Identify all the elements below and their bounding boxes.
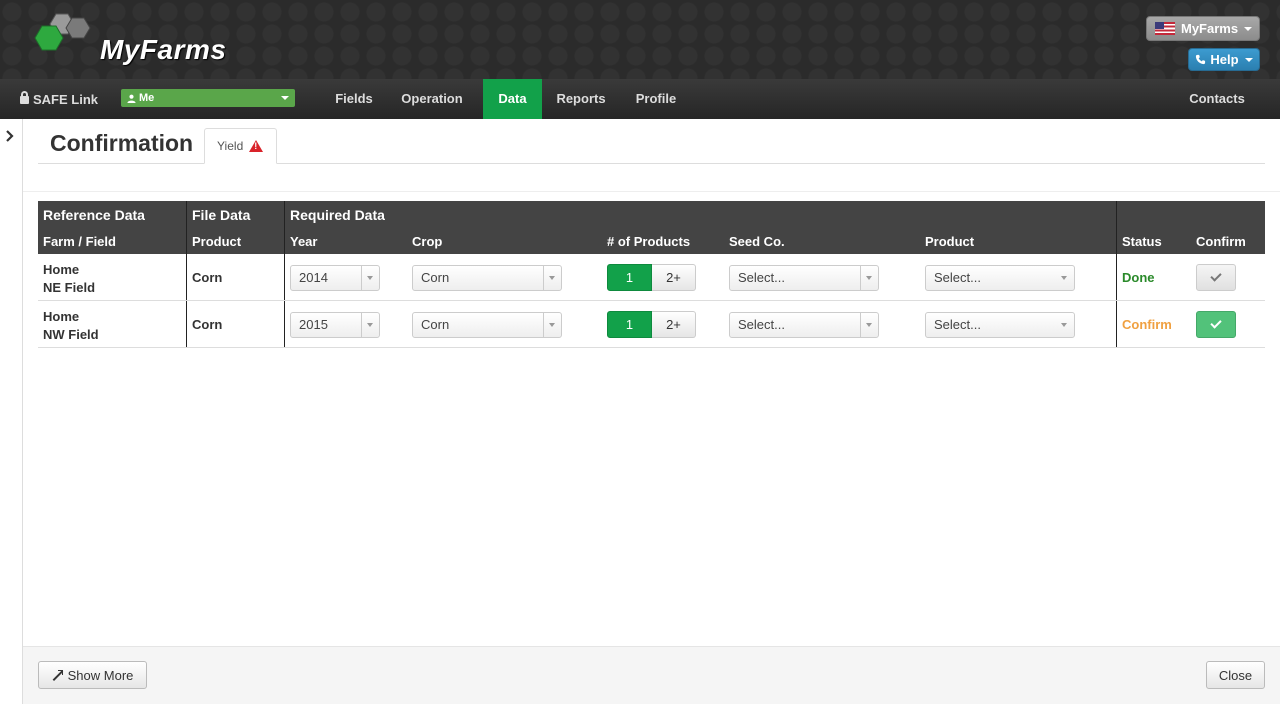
crop-select-value: Corn	[421, 270, 450, 285]
group-file-data: File Data	[192, 207, 251, 223]
product-select[interactable]: Select...	[925, 265, 1075, 291]
nav-fields[interactable]: Fields	[322, 79, 386, 119]
nav-profile[interactable]: Profile	[624, 79, 688, 119]
safe-link[interactable]: SAFE Link	[20, 79, 98, 119]
logo-hexagons-icon	[34, 13, 91, 51]
dropdown-arrow-icon	[543, 266, 561, 290]
year-select-value: 2015	[299, 317, 328, 332]
nav-reports[interactable]: Reports	[548, 79, 614, 119]
nav-data[interactable]: Data	[483, 79, 542, 119]
help-label: Help	[1210, 52, 1239, 67]
farm-name: Home	[43, 262, 80, 277]
col-status: Status	[1122, 234, 1162, 249]
check-icon	[1210, 317, 1222, 329]
expand-icon	[52, 669, 63, 681]
year-select-value: 2014	[299, 270, 328, 285]
app-root: MyFarms MyFarms Help SAFE Link Me Fields…	[0, 0, 1280, 704]
check-icon	[1210, 270, 1222, 282]
dropdown-arrow-icon	[860, 313, 878, 337]
group-required-data: Required Data	[290, 207, 385, 223]
year-select[interactable]: 2014	[290, 265, 380, 291]
seed-co-select-value: Select...	[738, 270, 785, 285]
close-button[interactable]: Close	[1206, 661, 1265, 689]
col-seed-co: Seed Co.	[729, 234, 785, 249]
farm-name: Home	[43, 309, 80, 324]
year-select[interactable]: 2015	[290, 312, 380, 338]
user-select[interactable]: Me	[121, 89, 295, 107]
num-products-one-button[interactable]: 1	[607, 311, 652, 338]
num-products-multi-button[interactable]: 2+	[652, 311, 696, 338]
account-dropdown-button[interactable]: MyFarms	[1146, 16, 1260, 41]
col-confirm: Confirm	[1196, 234, 1246, 249]
num-products-multi-button[interactable]: 2+	[652, 264, 696, 291]
file-product: Corn	[192, 270, 223, 285]
col-crop: Crop	[412, 234, 443, 249]
status-badge: Done	[1122, 270, 1155, 285]
chevron-right-icon[interactable]	[5, 129, 15, 143]
group-reference-data: Reference Data	[43, 207, 145, 223]
seed-co-select[interactable]: Select...	[729, 312, 879, 338]
phone-icon	[1196, 54, 1206, 65]
page-title: Confirmation	[50, 130, 194, 156]
section-divider	[23, 191, 1280, 192]
caret-down-icon	[281, 96, 289, 100]
seed-co-select[interactable]: Select...	[729, 265, 879, 291]
product-select-value: Select...	[934, 270, 981, 285]
seed-co-select-value: Select...	[738, 317, 785, 332]
dropdown-arrow-icon	[1056, 266, 1074, 290]
account-label: MyFarms	[1181, 21, 1239, 36]
field-name: NW Field	[43, 327, 99, 342]
table-row: Home NE Field Corn 2014 Corn 1 2+ Select…	[38, 254, 1265, 301]
dropdown-arrow-icon	[860, 266, 878, 290]
safe-link-label: SAFE Link	[33, 91, 99, 107]
product-select-value: Select...	[934, 317, 981, 332]
nav-operation[interactable]: Operation	[392, 79, 472, 119]
field-name: NE Field	[43, 280, 96, 295]
help-dropdown-button[interactable]: Help	[1188, 48, 1260, 71]
crop-select[interactable]: Corn	[412, 312, 562, 338]
header: MyFarms MyFarms Help	[0, 0, 1280, 79]
show-more-button[interactable]: Show More	[38, 661, 147, 689]
logo-text: MyFarms	[100, 34, 227, 65]
col-year: Year	[290, 234, 318, 249]
product-select[interactable]: Select...	[925, 312, 1075, 338]
user-icon	[127, 94, 136, 103]
tab-yield-label: Yield	[217, 139, 244, 153]
status-badge: Confirm	[1122, 317, 1172, 332]
col-num-products: # of Products	[607, 234, 691, 249]
close-label: Close	[1218, 667, 1253, 683]
col-farm-field: Farm / Field	[43, 234, 116, 249]
show-more-label: Show More	[67, 667, 134, 683]
sidebar-toggle-strip	[0, 119, 23, 704]
nav-contacts[interactable]: Contacts	[1180, 79, 1254, 119]
table-header: Reference Data File Data Required Data F…	[38, 201, 1265, 254]
modal-footer: Show More Close	[23, 646, 1280, 704]
lock-icon	[20, 91, 29, 104]
tab-yield[interactable]: Yield	[204, 128, 277, 164]
dropdown-arrow-icon	[1056, 313, 1074, 337]
dropdown-arrow-icon	[361, 266, 379, 290]
crop-select[interactable]: Corn	[412, 265, 562, 291]
dropdown-arrow-icon	[361, 313, 379, 337]
caret-down-icon	[1244, 57, 1253, 62]
col-product: Product	[925, 234, 975, 249]
confirm-button[interactable]	[1196, 264, 1236, 291]
table-row: Home NW Field Corn 2015 Corn 1 2+ Select…	[38, 301, 1265, 348]
myfarms-logo[interactable]: MyFarms	[34, 12, 234, 68]
crop-select-value: Corn	[421, 317, 450, 332]
warning-icon	[249, 140, 264, 152]
dropdown-arrow-icon	[543, 313, 561, 337]
user-select-label: Me	[139, 92, 155, 104]
num-products-one-button[interactable]: 1	[607, 264, 652, 291]
us-flag-icon	[1155, 22, 1175, 35]
file-product: Corn	[192, 317, 223, 332]
confirm-button[interactable]	[1196, 311, 1236, 338]
col-file-product: Product	[192, 234, 242, 249]
main-navbar: SAFE Link Me Fields Operation Data Repor…	[0, 79, 1280, 119]
caret-down-icon	[1244, 26, 1253, 31]
